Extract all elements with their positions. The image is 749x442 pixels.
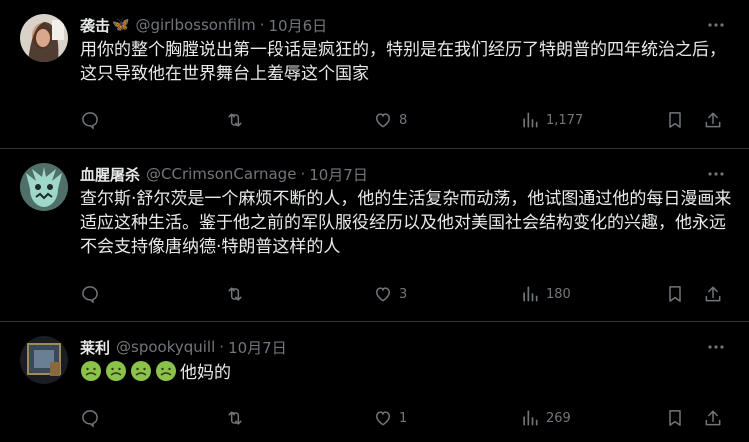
tweet-feed: 袭击 🦋 @girlbossonfilm · 10月6日 用你的整个胸膛说出第一… (0, 0, 749, 442)
handle[interactable]: @spookyquill (116, 338, 215, 356)
tweet[interactable]: 袭击 🦋 @girlbossonfilm · 10月6日 用你的整个胸膛说出第一… (0, 0, 749, 149)
more-icon[interactable] (705, 163, 727, 185)
separator: · (300, 165, 306, 183)
views-icon (523, 286, 538, 302)
butterfly-emoji: 🦋 (112, 17, 130, 33)
nauseated-face-emoji (131, 361, 151, 381)
bookmark-icon (669, 112, 681, 128)
timestamp[interactable]: 10月6日 (269, 15, 328, 36)
like-count: 3 (399, 286, 408, 302)
share-icon (705, 112, 721, 128)
views-button[interactable]: 180 (520, 284, 571, 304)
bookmark-icon (669, 410, 681, 426)
tweet-header: 莱利 @spookyquill · 10月7日 (80, 336, 733, 358)
handle[interactable]: @CCrimsonCarnage (146, 165, 296, 183)
like-button[interactable]: 1 (373, 408, 407, 428)
views-button[interactable]: 1,177 (520, 110, 583, 130)
views-button[interactable]: 269 (520, 408, 571, 428)
like-count: 8 (399, 112, 408, 128)
more-icon[interactable] (705, 14, 727, 36)
action-bar: 8 1,177 (80, 108, 729, 132)
bookmark-button[interactable] (665, 408, 685, 428)
reply-button[interactable] (80, 408, 100, 428)
view-count: 180 (546, 286, 571, 302)
display-name[interactable]: 血腥屠杀 (80, 164, 140, 185)
reply-button[interactable] (80, 110, 100, 130)
handle[interactable]: @girlbossonfilm (135, 16, 255, 34)
views-icon (523, 410, 538, 426)
tweet-text-body: 他妈的 (180, 363, 231, 383)
reply-button[interactable] (80, 284, 100, 304)
share-button[interactable] (703, 408, 723, 428)
avatar[interactable] (20, 336, 68, 384)
share-icon (705, 286, 721, 302)
display-name[interactable]: 袭击 (80, 15, 110, 36)
avatar[interactable] (20, 163, 68, 211)
view-count: 269 (546, 410, 571, 426)
share-button[interactable] (703, 284, 723, 304)
like-icon (375, 411, 391, 426)
tweet[interactable]: 莱利 @spookyquill · 10月7日 他妈的 1 269 (0, 322, 749, 442)
more-icon[interactable] (705, 336, 727, 358)
reply-icon (82, 112, 98, 130)
bookmark-button[interactable] (665, 284, 685, 304)
retweet-button[interactable] (225, 110, 245, 130)
bookmark-icon (669, 286, 681, 302)
bookmark-button[interactable] (665, 110, 685, 130)
tweet-text: 查尔斯·舒尔茨是一个麻烦不断的人，他的生活复杂而动荡，他试图通过他的每日漫画来适… (80, 189, 732, 257)
tweet[interactable]: 血腥屠杀 @CCrimsonCarnage · 10月7日 查尔斯·舒尔茨是一个… (0, 149, 749, 322)
share-button[interactable] (703, 110, 723, 130)
like-icon (375, 287, 391, 302)
like-count: 1 (399, 410, 408, 426)
timestamp[interactable]: 10月7日 (228, 337, 287, 358)
separator: · (259, 16, 265, 34)
display-name[interactable]: 莱利 (80, 337, 110, 358)
tweet-text: 用你的整个胸膛说出第一段话是疯狂的，特别是在我们经历了特朗普的四年统治之后，这只… (80, 40, 726, 84)
separator: · (219, 338, 225, 356)
retweet-icon (228, 411, 242, 425)
nauseated-face-emoji (156, 361, 176, 381)
reply-icon (82, 286, 98, 304)
retweet-button[interactable] (225, 284, 245, 304)
action-bar: 3 180 (80, 282, 729, 306)
like-button[interactable]: 3 (373, 284, 407, 304)
avatar[interactable] (20, 14, 68, 62)
retweet-icon (228, 113, 242, 127)
timestamp[interactable]: 10月7日 (309, 164, 368, 185)
nauseated-face-emoji (106, 361, 126, 381)
like-icon (375, 113, 391, 128)
like-button[interactable]: 8 (373, 110, 407, 130)
view-count: 1,177 (546, 112, 584, 128)
reply-icon (82, 410, 98, 428)
tweet-header: 血腥屠杀 @CCrimsonCarnage · 10月7日 (80, 163, 733, 185)
retweet-button[interactable] (225, 408, 245, 428)
action-bar: 1 269 (80, 406, 729, 430)
retweet-icon (228, 287, 242, 301)
share-icon (705, 410, 721, 426)
views-icon (523, 112, 538, 128)
tweet-header: 袭击 🦋 @girlbossonfilm · 10月6日 (80, 14, 733, 36)
tweet-text: 他妈的 (80, 360, 733, 385)
nauseated-face-emoji (81, 361, 101, 381)
